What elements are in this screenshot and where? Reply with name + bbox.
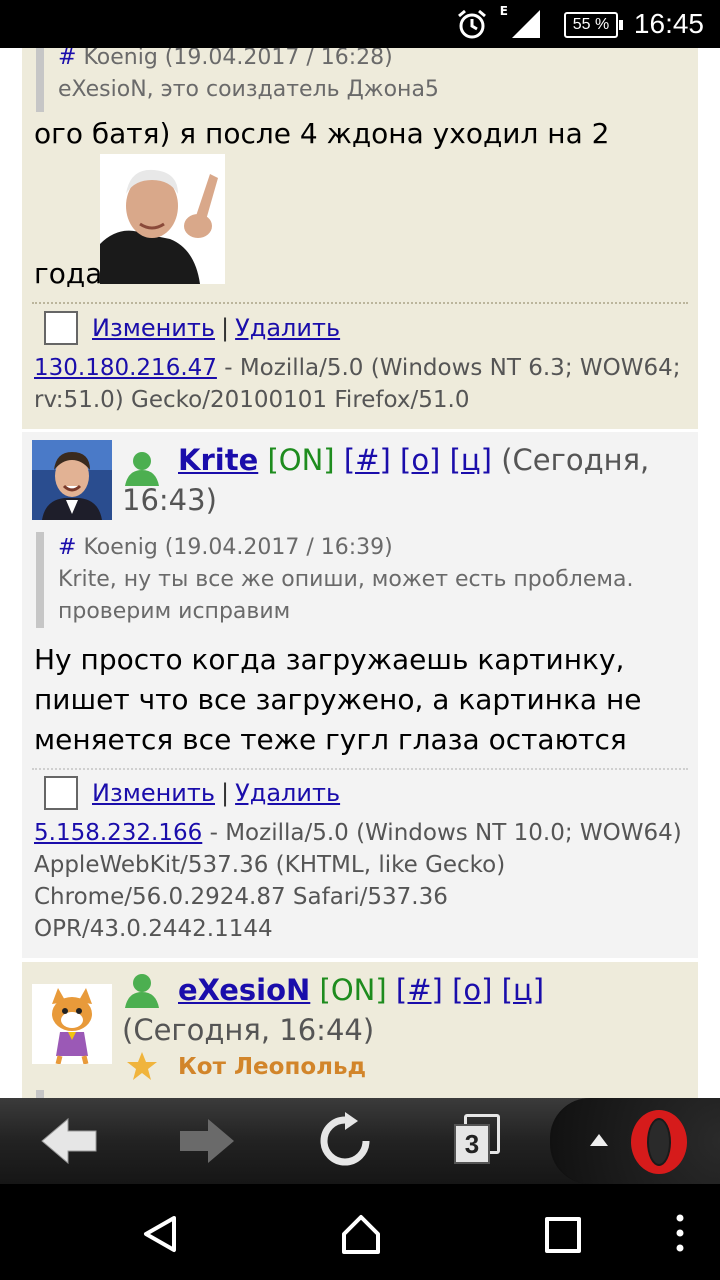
post-time: (Сегодня, 16:44) xyxy=(122,1013,375,1047)
link-quote[interactable]: [ц] xyxy=(450,443,492,477)
user-title: Кот Леопольд xyxy=(178,1054,367,1080)
status-bar: E 55 % 16:45 xyxy=(0,0,720,48)
browser-toolbar: 3 xyxy=(0,1098,720,1184)
tabs-button[interactable]: 3 xyxy=(454,1114,502,1166)
star-icon xyxy=(127,1052,157,1080)
select-checkbox[interactable] xyxy=(44,776,78,810)
network-type: E xyxy=(499,4,508,18)
recent-apps-icon[interactable] xyxy=(545,1217,581,1253)
quote-author: Koenig (19.04.2017 / 16:39) xyxy=(83,535,393,560)
signal-icon xyxy=(512,10,540,38)
quote-text: Krite, ну ты все же опиши, может есть пр… xyxy=(58,567,634,624)
author-nick[interactable]: eXesioN xyxy=(178,973,310,1007)
system-nav-bar xyxy=(0,1184,720,1280)
back-triangle-icon[interactable] xyxy=(140,1214,178,1254)
separator: | xyxy=(221,314,230,342)
forward-arrow-icon[interactable] xyxy=(178,1116,236,1166)
quote-link[interactable]: # xyxy=(58,48,76,70)
opera-logo-icon xyxy=(631,1110,687,1174)
quote-block: # Koenig (19.04.2017 / 16:28) eXesioN, э… xyxy=(36,48,698,112)
quote-link[interactable]: # xyxy=(58,535,76,560)
post-header: Krite [ON] [#] [o] [ц] (Сегодня, 16:43) xyxy=(122,440,682,520)
edit-link[interactable]: Изменить xyxy=(92,775,215,811)
link-hash[interactable]: [#] xyxy=(396,973,443,1007)
link-o[interactable]: [o] xyxy=(452,973,492,1007)
post-2: Krite [ON] [#] [o] [ц] (Сегодня, 16:43) … xyxy=(22,432,698,958)
clock: 16:45 xyxy=(633,8,704,39)
ip-link[interactable]: 5.158.232.166 xyxy=(34,820,202,846)
link-o[interactable]: [o] xyxy=(400,443,440,477)
tabs-count: 3 xyxy=(454,1124,490,1164)
edit-link[interactable]: Изменить xyxy=(92,310,215,346)
online-status: [ON] xyxy=(319,973,387,1007)
forum-thread: # Koenig (19.04.2017 / 16:28) eXesioN, э… xyxy=(0,48,720,1098)
ip-link[interactable]: 130.180.216.47 xyxy=(34,355,217,381)
online-status: [ON] xyxy=(267,443,335,477)
quote-block: # Koenig (19.04.2017 / 16:39) Krite, ну … xyxy=(36,532,678,628)
link-quote[interactable]: [ц] xyxy=(502,973,544,1007)
chevron-up-icon xyxy=(590,1134,608,1146)
quote-author: Koenig (19.04.2017 / 16:28) xyxy=(83,48,393,70)
link-hash[interactable]: [#] xyxy=(344,443,391,477)
separator: | xyxy=(221,779,230,807)
author-nick[interactable]: Krite xyxy=(178,443,258,477)
alarm-icon xyxy=(458,9,486,39)
message-text: Ну просто когда загружаешь картинку, пиш… xyxy=(34,643,642,756)
divider xyxy=(32,768,688,770)
battery-indicator: 55 % xyxy=(564,12,623,38)
back-arrow-icon[interactable] xyxy=(40,1116,98,1166)
post-3: eXesioN [ON] [#] [o] [ц] (Сегодня, 16:44… xyxy=(22,962,698,1098)
post-actions: Изменить | Удалить xyxy=(44,775,340,811)
post-header: eXesioN [ON] [#] [o] [ц] (Сегодня, 16:44… xyxy=(122,970,682,1050)
krite-avatar[interactable] xyxy=(32,440,112,520)
user-agent-info: 130.180.216.47 - Mozilla/5.0 (Windows NT… xyxy=(34,352,684,416)
post-1: # Koenig (19.04.2017 / 16:28) eXesioN, э… xyxy=(22,48,698,429)
quote-bar xyxy=(36,1090,44,1098)
message-line-2: года xyxy=(34,257,103,290)
zhirinovsky-image xyxy=(100,154,225,284)
post-actions: Изменить | Удалить xyxy=(44,310,340,346)
quote-text: eXesioN, это соиздатель Джона5 xyxy=(58,77,439,102)
select-checkbox[interactable] xyxy=(44,311,78,345)
user-agent-info: 5.158.232.166 - Mozilla/5.0 (Windows NT … xyxy=(34,817,690,945)
opera-menu-button[interactable] xyxy=(550,1098,720,1184)
exesion-avatar[interactable] xyxy=(32,984,112,1064)
message-line-1: ого батя) я после 4 ждона уходил на 2 xyxy=(34,117,610,150)
more-options-icon[interactable] xyxy=(674,1212,686,1254)
delete-link[interactable]: Удалить xyxy=(235,775,340,811)
divider xyxy=(32,302,688,304)
home-icon[interactable] xyxy=(340,1212,382,1256)
reload-icon[interactable] xyxy=(316,1112,374,1170)
delete-link[interactable]: Удалить xyxy=(235,310,340,346)
